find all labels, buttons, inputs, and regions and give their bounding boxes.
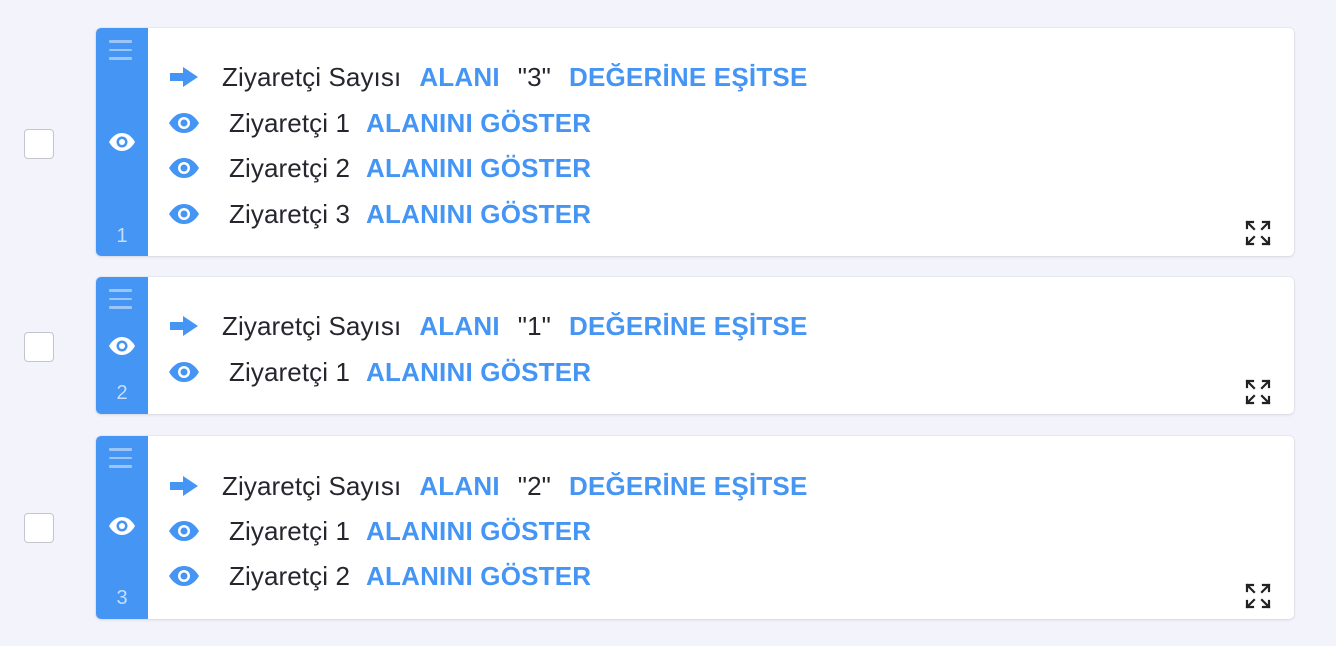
- condition-operator[interactable]: DEĞERİNE EŞİTSE: [569, 311, 808, 342]
- eye-icon[interactable]: [108, 336, 136, 356]
- condition-field: Ziyaretçi Sayısı: [222, 61, 402, 92]
- action-line: Ziyaretçi 3 ALANINI GÖSTER: [168, 199, 591, 229]
- rule-select-checkbox[interactable]: [24, 513, 54, 543]
- rule-number: 3: [116, 587, 128, 609]
- drag-handle-icon[interactable]: [109, 448, 132, 468]
- condition-operator[interactable]: DEĞERİNE EŞİTSE: [569, 62, 808, 93]
- eye-icon: [169, 566, 199, 586]
- arrow-right-icon: [170, 476, 198, 496]
- drag-handle-icon[interactable]: [109, 40, 132, 60]
- eye-icon[interactable]: [108, 132, 136, 152]
- condition-line: Ziyaretçi Sayısı ALANI "1" DEĞERİNE EŞİT…: [168, 311, 807, 341]
- rule-select-checkbox[interactable]: [24, 129, 54, 159]
- action-label[interactable]: ALANINI GÖSTER: [366, 561, 591, 592]
- rule-card[interactable]: 1 Ziyaretçi Sayısı ALANI "3" DEĞERİNE EŞ…: [96, 28, 1294, 256]
- condition-field: Ziyaretçi Sayısı: [222, 470, 402, 501]
- action-line: Ziyaretçi 1 ALANINI GÖSTER: [168, 357, 591, 387]
- rule-select-checkbox[interactable]: [24, 332, 54, 362]
- condition-field-keyword[interactable]: ALANI: [419, 311, 499, 342]
- action-target: Ziyaretçi 1: [229, 356, 351, 387]
- action-label[interactable]: ALANINI GÖSTER: [366, 108, 591, 139]
- rule-side-bar: 1: [96, 28, 148, 256]
- rule-card[interactable]: 3 Ziyaretçi Sayısı ALANI "2" DEĞERİNE EŞ…: [96, 436, 1294, 619]
- action-label[interactable]: ALANINI GÖSTER: [366, 199, 591, 230]
- condition-operator[interactable]: DEĞERİNE EŞİTSE: [569, 471, 808, 502]
- action-label[interactable]: ALANINI GÖSTER: [366, 357, 591, 388]
- condition-field: Ziyaretçi Sayısı: [222, 310, 402, 341]
- eye-icon[interactable]: [108, 516, 136, 536]
- action-line: Ziyaretçi 2 ALANINI GÖSTER: [168, 561, 591, 591]
- arrow-right-icon: [170, 316, 198, 336]
- action-label[interactable]: ALANINI GÖSTER: [366, 516, 591, 547]
- action-target: Ziyaretçi 1: [229, 107, 351, 138]
- action-target: Ziyaretçi 3: [229, 198, 351, 229]
- eye-icon: [169, 362, 199, 382]
- action-target: Ziyaretçi 2: [229, 152, 351, 183]
- condition-value: "1": [517, 310, 551, 341]
- action-target: Ziyaretçi 2: [229, 560, 351, 591]
- condition-value: "2": [517, 470, 551, 501]
- action-line: Ziyaretçi 1 ALANINI GÖSTER: [168, 108, 591, 138]
- eye-icon: [169, 113, 199, 133]
- condition-field-keyword[interactable]: ALANI: [419, 62, 499, 93]
- condition-value: "3": [517, 61, 551, 92]
- action-line: Ziyaretçi 1 ALANINI GÖSTER: [168, 516, 591, 546]
- eye-icon: [169, 204, 199, 224]
- action-label[interactable]: ALANINI GÖSTER: [366, 153, 591, 184]
- rule-card[interactable]: 2 Ziyaretçi Sayısı ALANI "1" DEĞERİNE EŞ…: [96, 277, 1294, 414]
- action-line: Ziyaretçi 2 ALANINI GÖSTER: [168, 153, 591, 183]
- arrow-right-icon: [170, 67, 198, 87]
- rule-side-bar: 2: [96, 277, 148, 414]
- eye-icon: [169, 158, 199, 178]
- drag-handle-icon[interactable]: [109, 289, 132, 309]
- rule-side-bar: 3: [96, 436, 148, 619]
- condition-line: Ziyaretçi Sayısı ALANI "3" DEĞERİNE EŞİT…: [168, 62, 807, 92]
- expand-icon[interactable]: [1244, 219, 1272, 247]
- expand-icon[interactable]: [1244, 378, 1272, 406]
- rule-number: 1: [116, 225, 128, 247]
- condition-line: Ziyaretçi Sayısı ALANI "2" DEĞERİNE EŞİT…: [168, 471, 807, 501]
- expand-icon[interactable]: [1244, 582, 1272, 610]
- rule-number: 2: [116, 382, 128, 404]
- condition-field-keyword[interactable]: ALANI: [419, 471, 499, 502]
- action-target: Ziyaretçi 1: [229, 515, 351, 546]
- eye-icon: [169, 521, 199, 541]
